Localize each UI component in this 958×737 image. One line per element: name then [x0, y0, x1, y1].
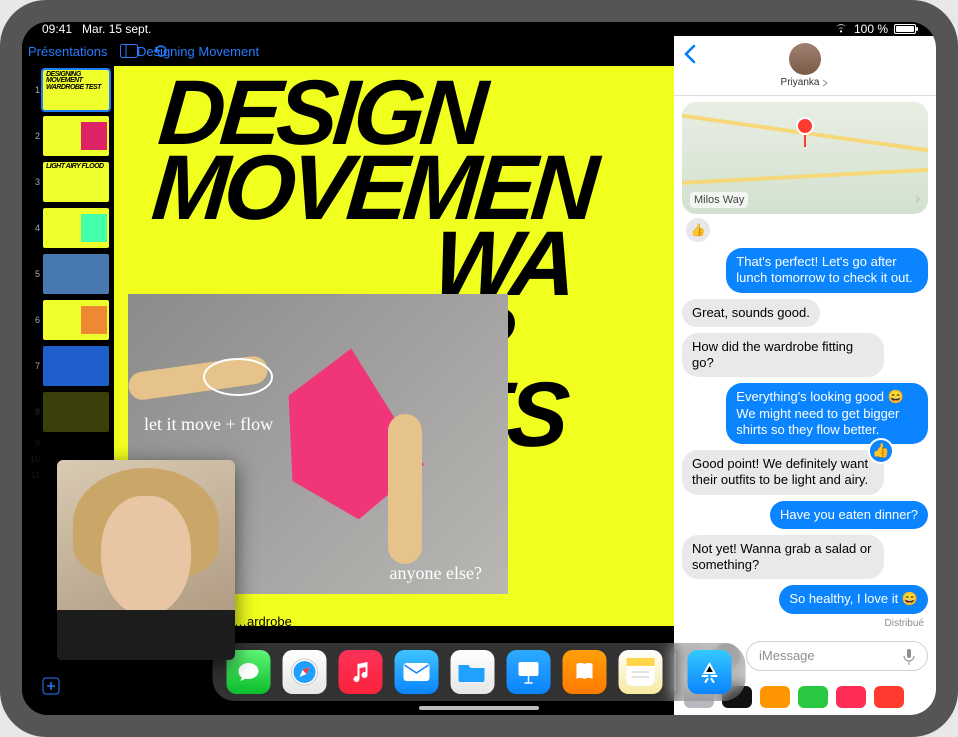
- imessage-app-icon[interactable]: [760, 686, 790, 708]
- message-bubble-sent[interactable]: So healthy, I love it 😄: [779, 585, 928, 613]
- slide-thumbnail[interactable]: LIGHT AIRY FLOOD: [43, 162, 109, 202]
- screen: 09:41 Mar. 15 sept. 100 % Présentations: [22, 22, 936, 715]
- slide-thumbnail[interactable]: [43, 254, 109, 294]
- message-bubble-received[interactable]: Good point! We definitely want their out…: [682, 450, 884, 495]
- message-bubble-received[interactable]: Not yet! Wanna grab a salad or something…: [682, 535, 884, 580]
- sidebar-toggle-icon[interactable]: [118, 40, 140, 62]
- message-input[interactable]: iMessage: [746, 641, 928, 671]
- message-bubble-received[interactable]: How did the wardrobe fitting go?: [682, 333, 884, 378]
- status-time: 09:41: [42, 22, 72, 36]
- back-button[interactable]: [682, 44, 696, 70]
- status-date: Mar. 15 sept.: [82, 22, 151, 36]
- message-bubble-sent[interactable]: Have you eaten dinner?: [770, 501, 928, 529]
- wifi-icon: [834, 22, 848, 36]
- keynote-toolbar: Présentations Designing Movement: [22, 36, 674, 66]
- contact-avatar[interactable]: [789, 43, 821, 75]
- add-slide-button[interactable]: [40, 675, 62, 697]
- slide-thumbnail[interactable]: [43, 300, 109, 340]
- dock-notes-icon[interactable]: [619, 650, 663, 694]
- imessage-app-icon[interactable]: [836, 686, 866, 708]
- status-bar: 09:41 Mar. 15 sept. 100 %: [22, 22, 936, 36]
- presentations-back-button[interactable]: Présentations: [28, 44, 108, 59]
- handwriting-annotation: let it move + flow: [144, 414, 273, 435]
- message-bubble-sent[interactable]: Everything's looking good 😄 We might nee…: [726, 383, 928, 444]
- battery-icon: [894, 24, 916, 34]
- dock-books-icon[interactable]: [563, 650, 607, 694]
- dictation-button[interactable]: [899, 647, 919, 667]
- chevron-right-icon: [821, 79, 829, 87]
- delivered-label: Distribué: [885, 618, 924, 629]
- map-pin-icon: [796, 117, 814, 147]
- undo-icon[interactable]: [150, 40, 172, 62]
- dock-safari-icon[interactable]: [283, 650, 327, 694]
- chevron-right-icon: ›: [915, 190, 920, 206]
- dock-music-icon[interactable]: [339, 650, 383, 694]
- home-indicator[interactable]: [419, 706, 539, 710]
- dock-keynote-icon[interactable]: [507, 650, 551, 694]
- message-bubble-sent[interactable]: That's perfect! Let's go after lunch tom…: [726, 248, 928, 293]
- imessage-app-icon[interactable]: [798, 686, 828, 708]
- slide-thumbnail[interactable]: [43, 116, 109, 156]
- slide-thumbnail[interactable]: DESIGNING MOVEMENT WARDROBE TEST: [43, 70, 109, 110]
- contact-name[interactable]: Priyanka: [781, 77, 830, 88]
- slide-thumbnail[interactable]: [43, 346, 109, 386]
- tapback-thumbs-up[interactable]: 👍: [686, 218, 710, 242]
- dock-mail-icon[interactable]: [395, 650, 439, 694]
- map-location-label: Milos Way: [690, 192, 748, 208]
- battery-percent: 100 %: [854, 22, 888, 36]
- slide-thumbnail[interactable]: [43, 208, 109, 248]
- imessage-app-icon[interactable]: [874, 686, 904, 708]
- messages-app: Priyanka Milos Way › 👍 That's perfect! L…: [674, 36, 936, 715]
- tapback-thumbs-up[interactable]: 👍: [868, 438, 894, 464]
- handwriting-annotation: anyone else?: [390, 563, 482, 584]
- ipad-frame: 09:41 Mar. 15 sept. 100 % Présentations: [0, 0, 958, 737]
- facetime-pip[interactable]: [57, 460, 235, 660]
- dock: [213, 643, 746, 701]
- messages-thread[interactable]: Milos Way › 👍 That's perfect! Let's go a…: [674, 96, 936, 635]
- dock-appstore-icon[interactable]: [688, 650, 732, 694]
- slide-thumbnail[interactable]: [43, 392, 109, 432]
- message-bubble-received[interactable]: Great, sounds good.: [682, 299, 820, 327]
- dock-files-icon[interactable]: [451, 650, 495, 694]
- location-attachment[interactable]: Milos Way ›: [682, 102, 928, 214]
- dock-divider: [675, 653, 676, 691]
- messages-header: Priyanka: [674, 36, 936, 96]
